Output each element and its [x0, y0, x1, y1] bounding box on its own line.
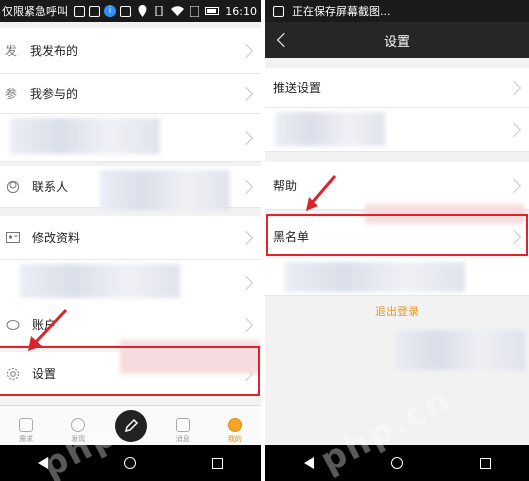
wifi-icon — [171, 6, 185, 16]
needs-icon — [19, 418, 34, 432]
back-chevron-icon[interactable] — [276, 32, 292, 48]
blurred-content — [10, 118, 160, 154]
blurred-content — [100, 170, 230, 210]
id-card-icon — [6, 232, 20, 243]
logout-button[interactable]: 退出登录 — [265, 303, 529, 319]
tab-label: 需求 — [19, 435, 34, 443]
notification-icon — [74, 5, 85, 17]
page-title: 设置 — [383, 34, 410, 50]
tab-messages[interactable]: 消息 — [157, 406, 209, 446]
carrier-text: 仅限紧急呼叫 — [2, 5, 68, 18]
left-screen: 仅限紧急呼叫 i 16:10 发 我发布的 参 我参与的 联系人 修改资料 账户… — [0, 0, 261, 481]
recents-icon[interactable] — [479, 457, 491, 469]
red-arrow-icon — [306, 175, 337, 211]
chevron-right-icon — [238, 230, 254, 245]
blacklist-highlight-box — [266, 214, 528, 256]
chevron-right-icon — [506, 178, 522, 193]
menu-item-participated[interactable]: 参 我参与的 — [0, 74, 261, 114]
settings-item-label: 帮助 — [273, 179, 298, 193]
settings-item-label: 推送设置 — [273, 81, 322, 95]
status-icons: i — [74, 5, 131, 17]
sim-icon — [190, 5, 200, 17]
info-icon: i — [104, 5, 116, 17]
profile-icon — [227, 418, 242, 432]
settings-item-push[interactable]: 推送设置 — [265, 68, 529, 108]
participated-icon: 参 — [4, 87, 17, 101]
home-icon[interactable] — [390, 457, 403, 469]
home-icon[interactable] — [124, 457, 136, 469]
system-nav-bar — [265, 445, 529, 481]
person-icon — [7, 180, 19, 193]
chevron-right-icon — [238, 275, 254, 290]
menu-item-label: 我参与的 — [30, 87, 79, 101]
blurred-content — [275, 112, 385, 146]
location-icon — [138, 5, 147, 17]
pen-icon — [114, 410, 147, 442]
status-time: 16:10 — [225, 4, 257, 18]
menu-item-edit-profile[interactable]: 修改资料 — [0, 216, 261, 260]
recents-icon[interactable] — [212, 457, 223, 469]
bottom-tab-bar: 需求 发现 消息 我的 — [0, 405, 261, 446]
status-right: 16:10 — [138, 5, 261, 18]
image-icon — [89, 5, 100, 17]
menu-item-label: 联系人 — [32, 180, 69, 194]
blurred-content — [20, 264, 180, 298]
status-bar: 仅限紧急呼叫 i 16:10 — [0, 0, 261, 22]
chevron-right-icon — [238, 179, 254, 194]
status-bar: 正在保存屏幕截图... — [265, 0, 529, 22]
red-arrow-icon — [28, 308, 68, 351]
published-icon: 发 — [4, 44, 17, 58]
piggy-bank-icon — [6, 320, 20, 330]
chevron-right-icon — [238, 317, 254, 332]
tab-needs[interactable]: 需求 — [0, 406, 52, 446]
title-bar: 设置 — [265, 22, 529, 58]
chevron-right-icon — [238, 130, 254, 145]
tab-label: 消息 — [175, 435, 190, 443]
right-screen: 正在保存屏幕截图... 设置 推送设置 帮助 黑名单 退出登录 php.cn — [265, 0, 529, 481]
tab-label: 我的 — [227, 435, 242, 443]
tab-mine[interactable]: 我的 — [209, 406, 261, 446]
vibrate-icon — [155, 6, 163, 16]
blurred-content — [395, 330, 525, 370]
menu-item-label: 修改资料 — [32, 231, 81, 245]
menu-item-label: 我发布的 — [30, 44, 79, 58]
chevron-right-icon — [506, 122, 522, 137]
chevron-right-icon[interactable] — [506, 80, 522, 95]
menu-item-published[interactable]: 发 我发布的 — [0, 28, 261, 74]
blurred-content — [285, 262, 465, 292]
back-icon[interactable] — [303, 457, 314, 469]
chevron-right-icon — [238, 43, 254, 58]
gallery-icon — [120, 5, 131, 17]
screenshot-icon — [273, 5, 284, 17]
status-text: 正在保存屏幕截图... — [292, 5, 391, 18]
message-icon — [175, 418, 190, 432]
battery-icon — [205, 7, 220, 15]
chevron-right-icon — [238, 86, 254, 101]
